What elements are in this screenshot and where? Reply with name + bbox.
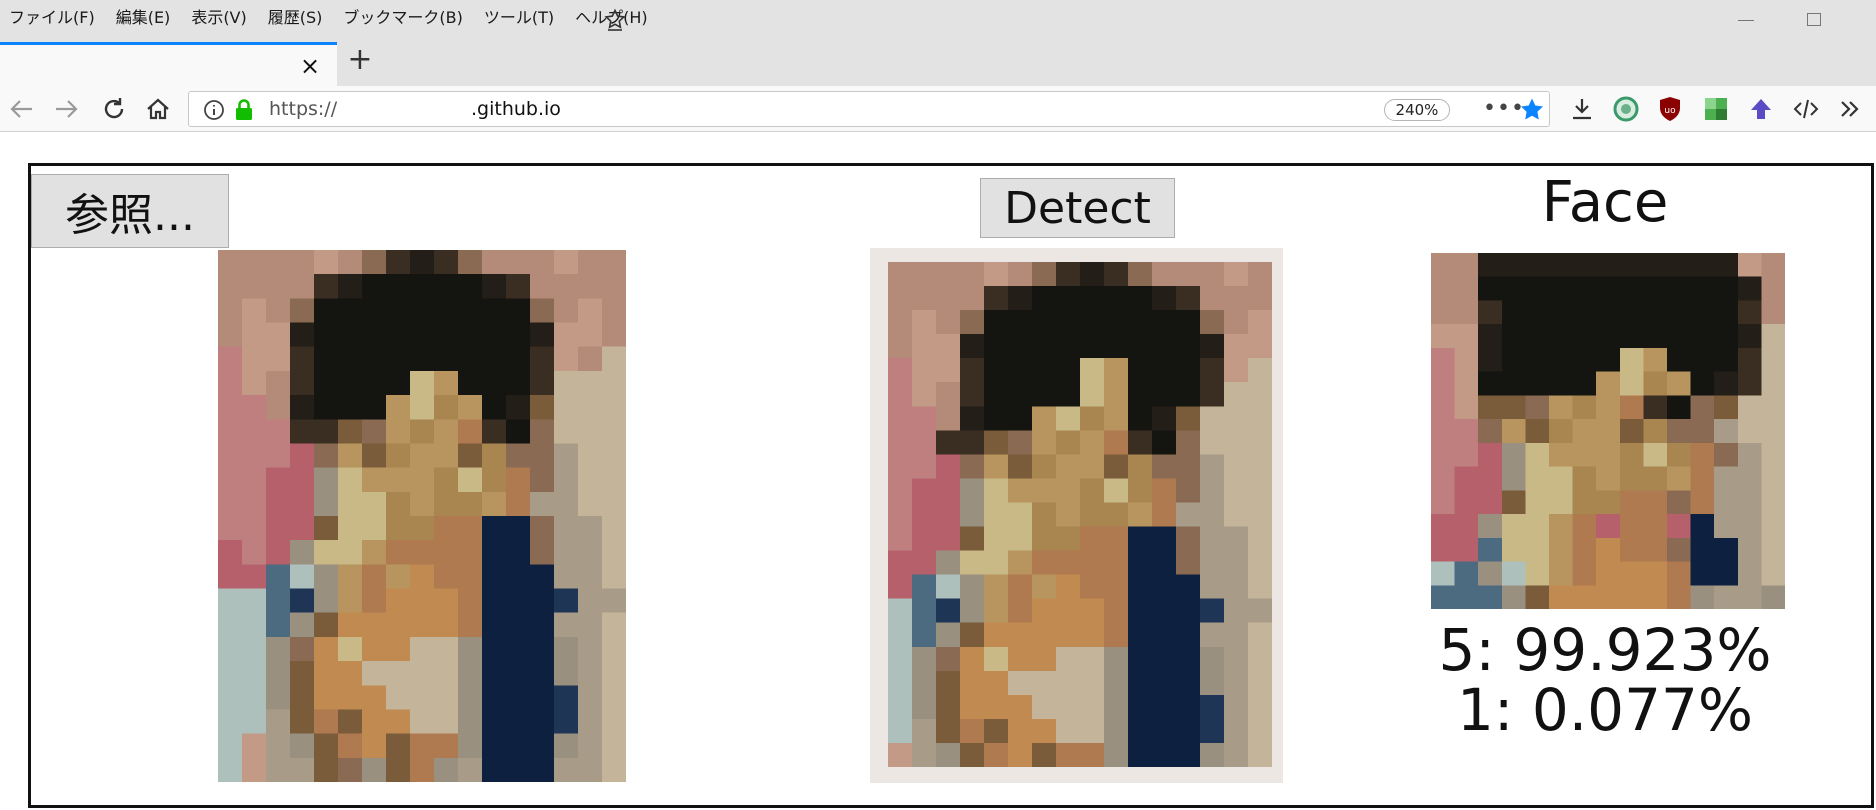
face-crop-image [1431,253,1785,609]
code-icon[interactable] [1792,95,1820,123]
home-icon[interactable] [144,95,172,123]
url-scheme: https:// [269,98,338,120]
window-minimize-button[interactable] [1738,20,1754,21]
green-ring-extension-icon[interactable] [1612,95,1640,123]
overflow-chevron-icon[interactable] [1836,95,1864,123]
active-tab[interactable]: × [0,42,337,86]
input-image [218,250,626,782]
tab-strip: × + [0,34,1876,86]
menu-items: ファイル(F) 編集(E) 表示(V) 履歴(S) ブックマーク(B) ツール(T) ヘルプ… [9,4,648,28]
bookmarks-star-icon[interactable] [603,8,627,32]
detect-button[interactable]: Detect [980,178,1175,238]
new-tab-button[interactable]: + [345,45,375,76]
url-host: .github.io [471,98,561,120]
ublock-icon[interactable]: uo [1656,95,1684,123]
green-grid-extension-icon[interactable] [1702,95,1730,123]
tab-close-icon[interactable]: × [298,54,322,79]
window-maximize-button[interactable] [1807,13,1821,26]
url-bar[interactable]: https:// .github.io 240% ••• [188,91,1550,127]
prediction-results: 5: 99.923% 1: 0.077% [1390,620,1820,740]
reload-icon[interactable] [100,95,128,123]
face-title: Face [1541,170,1669,235]
purple-arrow-extension-icon[interactable] [1747,95,1775,123]
menu-bar: ファイル(F) 編集(E) 表示(V) 履歴(S) ブックマーク(B) ツール(T) ヘルプ… [0,0,1876,34]
forward-arrow-icon[interactable] [52,95,80,123]
navigation-bar: https:// .github.io 240% ••• uo [0,86,1876,132]
menu-item[interactable]: ブックマーク(B) [343,4,462,28]
download-icon[interactable] [1568,95,1596,123]
menu-item[interactable]: 表示(V) [191,4,246,28]
menu-item[interactable]: 編集(E) [116,4,171,28]
detected-image [888,262,1272,767]
bookmark-star-icon[interactable] [1519,97,1545,123]
prediction-result-1: 5: 99.923% [1438,616,1772,684]
menu-item[interactable]: 履歴(S) [268,4,323,28]
back-arrow-icon[interactable] [8,95,36,123]
prediction-result-2: 1: 0.077% [1456,676,1754,744]
info-icon[interactable] [203,99,225,121]
menu-item[interactable]: ファイル(F) [9,4,95,28]
lock-icon [236,99,252,120]
zoom-level-badge[interactable]: 240% [1384,99,1450,121]
browse-file-button[interactable]: 参照... [31,174,229,248]
menu-item[interactable]: ツール(T) [484,4,554,28]
svg-text:uo: uo [1664,106,1676,116]
